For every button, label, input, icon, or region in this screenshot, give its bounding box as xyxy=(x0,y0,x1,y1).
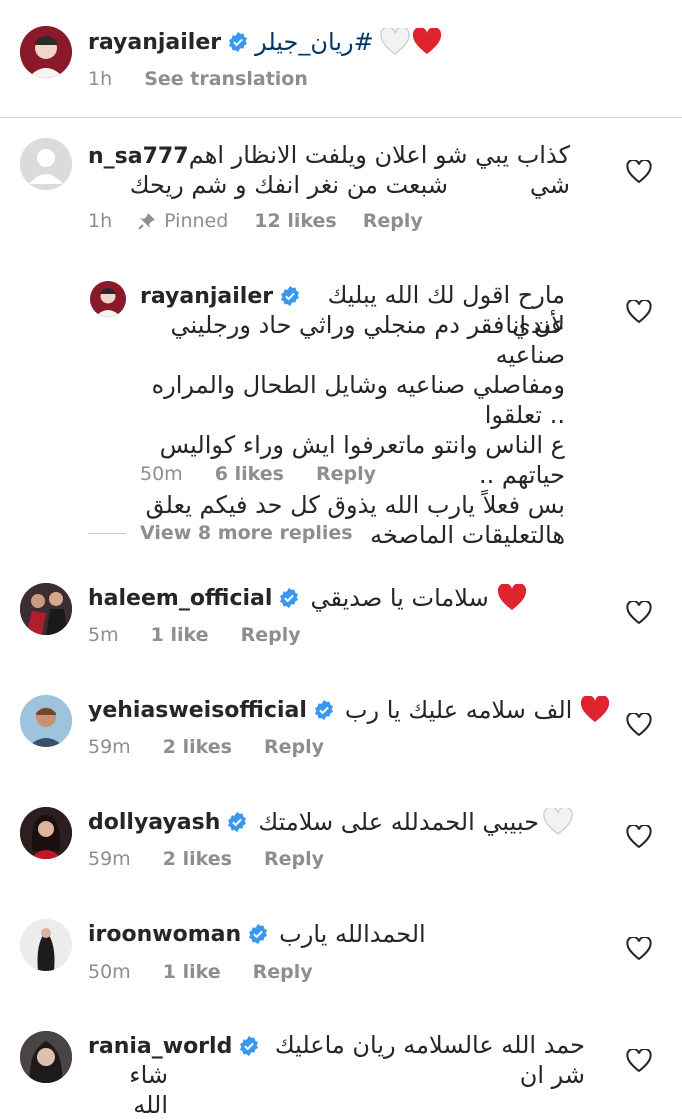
reply-text: عندي فقر دم منجلي وراثي حاد ورجليني صناع… xyxy=(140,310,565,550)
white-heart-icon xyxy=(543,806,573,836)
like-heart-icon[interactable] xyxy=(626,599,652,625)
red-heart-icon xyxy=(497,583,527,612)
pinned-label: Pinned xyxy=(164,210,229,232)
caption-hashtag[interactable]: #ريان_جيلر xyxy=(255,28,374,56)
comment-text: حمد الله عالسلامه ريان ماعليك شر ان xyxy=(250,1030,585,1090)
like-heart-icon[interactable] xyxy=(626,935,652,961)
comment-username[interactable]: yehiasweisofficial xyxy=(88,698,307,723)
like-heart-icon[interactable] xyxy=(626,158,652,184)
verified-icon xyxy=(247,923,269,945)
like-heart-icon[interactable] xyxy=(626,1047,652,1073)
like-heart-icon[interactable] xyxy=(626,711,652,737)
reply-button[interactable]: Reply xyxy=(253,961,313,983)
verified-icon xyxy=(227,31,249,53)
caption-time: 1h xyxy=(88,68,113,90)
comment-text: شبعت من نغر انفك و شم ريحك xyxy=(88,170,448,200)
comment-time: 59m xyxy=(88,848,131,870)
likes-count[interactable]: 1 like xyxy=(163,961,221,983)
comment-text: حبيبي الحمدلله على سلامتك xyxy=(258,808,539,836)
comment-username[interactable]: dollyayash xyxy=(88,810,220,835)
likes-count[interactable]: 2 likes xyxy=(163,736,232,758)
red-heart-icon xyxy=(412,27,442,56)
likes-count[interactable]: 1 like xyxy=(151,624,209,646)
reply-text-line: عندي فقر دم منجلي وراثي حاد ورجليني صناع… xyxy=(170,311,565,369)
likes-count[interactable]: 2 likes xyxy=(163,848,232,870)
likes-count[interactable]: 12 likes xyxy=(254,210,336,232)
avatar[interactable] xyxy=(90,281,126,317)
comment-text: الحمدالله يارب xyxy=(279,920,426,948)
comment-username[interactable]: rania_world xyxy=(88,1034,232,1059)
comment-time: 59m xyxy=(88,736,131,758)
reply-time: 50m xyxy=(140,463,183,485)
comment-time: 1h xyxy=(88,210,113,232)
avatar[interactable] xyxy=(20,138,72,190)
verified-icon xyxy=(313,699,335,721)
white-heart-icon xyxy=(380,26,410,56)
reply-text-line: ومفاصلي صناعيه وشايل الطحال والمراره .. … xyxy=(151,371,565,429)
reply-button[interactable]: Reply xyxy=(363,210,423,232)
comment-username[interactable]: iroonwoman xyxy=(88,922,241,947)
comment-text-line: حمد الله عالسلامه ريان ماعليك شر ان xyxy=(274,1031,585,1089)
reply-text-line: بس فعلاً يارب الله يذوق كل حد فيكم يعلق xyxy=(145,491,565,519)
likes-count[interactable]: 6 likes xyxy=(215,463,284,485)
avatar[interactable] xyxy=(20,1031,72,1083)
reply-button[interactable]: Reply xyxy=(241,624,301,646)
avatar[interactable] xyxy=(20,695,72,747)
like-heart-icon[interactable] xyxy=(626,298,652,324)
comment-text: شاء الله xyxy=(88,1060,168,1120)
verified-icon xyxy=(279,285,301,307)
see-translation-button[interactable]: See translation xyxy=(144,68,308,90)
reply-button[interactable]: Reply xyxy=(264,848,324,870)
verified-icon xyxy=(278,587,300,609)
replies-line xyxy=(88,533,126,534)
comment-text-line: شاء الله xyxy=(129,1061,168,1119)
reply-button[interactable]: Reply xyxy=(316,463,376,485)
view-more-replies-button[interactable]: View 8 more replies xyxy=(140,522,353,544)
comment-username[interactable]: haleem_official xyxy=(88,586,272,611)
comment-text: سلامات يا صديقي xyxy=(310,584,489,612)
comment-text-line: شبعت من نغر انفك و شم ريحك xyxy=(129,171,448,199)
divider xyxy=(0,117,682,118)
comment-time: 50m xyxy=(88,961,131,983)
like-heart-icon[interactable] xyxy=(626,823,652,849)
pin-icon xyxy=(138,212,156,230)
avatar[interactable] xyxy=(20,807,72,859)
comment-text: الف سلامه عليك يا رب xyxy=(344,696,573,724)
caption-username[interactable]: rayanjailer xyxy=(88,30,221,55)
avatar[interactable] xyxy=(20,583,72,635)
reply-button[interactable]: Reply xyxy=(264,736,324,758)
red-heart-icon xyxy=(580,695,610,724)
reply-username[interactable]: rayanjailer xyxy=(140,284,273,309)
avatar[interactable] xyxy=(20,919,72,971)
avatar[interactable] xyxy=(20,26,72,78)
verified-icon xyxy=(226,811,248,833)
comment-time: 5m xyxy=(88,624,119,646)
